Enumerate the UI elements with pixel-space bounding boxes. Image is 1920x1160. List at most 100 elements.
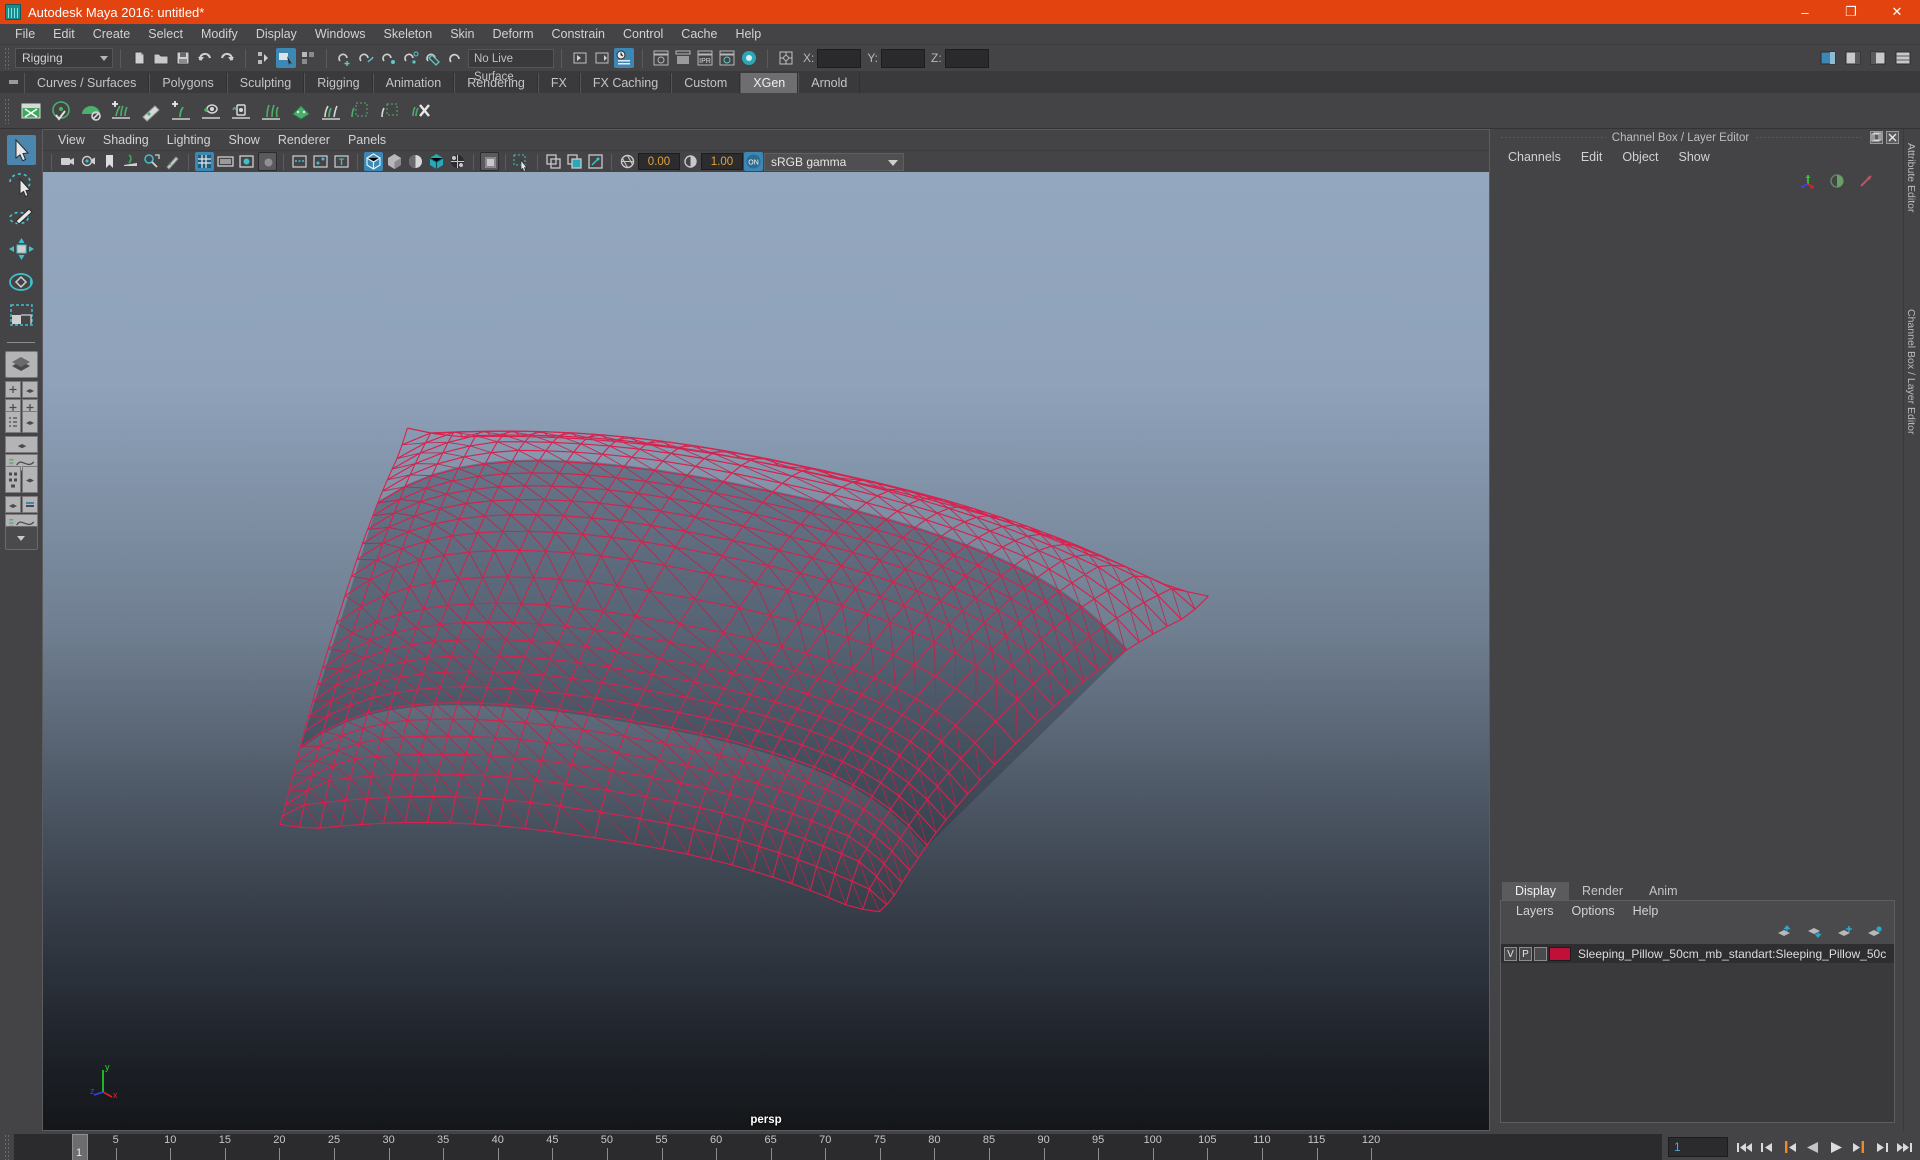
xgen-density-brush-icon[interactable] — [138, 98, 164, 124]
lasso-select-tool-button[interactable] — [7, 168, 36, 198]
live-surface-field[interactable]: No Live Surface — [468, 48, 554, 83]
film-gate-icon[interactable] — [216, 152, 235, 171]
layer-tab-display[interactable]: Display — [1502, 882, 1569, 900]
redo-icon[interactable] — [217, 48, 237, 68]
layer-shading-toggle[interactable] — [1534, 946, 1547, 961]
grease-pencil-icon[interactable] — [163, 152, 182, 171]
shelf-tab-sculpting[interactable]: Sculpting — [226, 73, 305, 93]
play-forwards-icon[interactable] — [1827, 1139, 1845, 1156]
viewport-menu-shading[interactable]: Shading — [94, 130, 158, 150]
menu-item-edit[interactable]: Edit — [44, 24, 84, 45]
select-camera-icon[interactable] — [58, 152, 77, 171]
xgen-cut-modifier-icon[interactable] — [288, 98, 314, 124]
layer-playback-toggle[interactable]: P — [1519, 946, 1532, 961]
smooth-shade-flat-icon[interactable] — [406, 152, 425, 171]
hypershade-icon[interactable] — [739, 48, 759, 68]
menu-item-control[interactable]: Control — [614, 24, 672, 45]
resolution-gate-icon[interactable] — [237, 152, 256, 171]
bookmark-icon[interactable] — [100, 152, 119, 171]
show-hide-channel-box-icon[interactable] — [1893, 48, 1913, 68]
snap-to-view-plane-icon[interactable] — [423, 48, 443, 68]
menu-item-file[interactable]: File — [6, 24, 44, 45]
create-empty-layer-icon[interactable] — [1836, 925, 1854, 942]
show-hide-modeling-toolkit-icon[interactable] — [1818, 48, 1838, 68]
two-dimensional-pan-zoom-icon[interactable] — [142, 152, 161, 171]
shelf-tab-xgen[interactable]: XGen — [740, 73, 799, 93]
channel-box-menu-object[interactable]: Object — [1612, 146, 1668, 168]
undock-panel-icon[interactable] — [1870, 131, 1884, 144]
select-by-object-icon[interactable] — [276, 48, 296, 68]
xgen-mask-region-icon[interactable] — [378, 98, 404, 124]
shelf-tab-arnold[interactable]: Arnold — [798, 73, 861, 93]
paste-view-icon[interactable] — [565, 152, 584, 171]
shelf-tab-polygons[interactable]: Polygons — [149, 73, 227, 93]
select-tool-button[interactable] — [6, 135, 36, 165]
xray-textures-icon[interactable]: T — [332, 152, 351, 171]
shelf-tab-curves-surfaces[interactable]: Curves / Surfaces — [24, 73, 150, 93]
move-tool-button[interactable] — [7, 234, 36, 264]
gamma-icon[interactable] — [681, 152, 700, 171]
channel-box-menu-show[interactable]: Show — [1669, 146, 1720, 168]
xgen-sphere-icon[interactable] — [48, 98, 74, 124]
layer-visibility-toggle[interactable]: V — [1504, 946, 1517, 961]
channel-box-layer-editor-tab-label[interactable]: Channel Box / Layer Editor — [1905, 309, 1917, 435]
time-slider-grip[interactable] — [4, 1134, 11, 1160]
layer-tab-render[interactable]: Render — [1569, 882, 1636, 900]
camera-attributes-icon[interactable] — [79, 152, 98, 171]
show-hide-tool-settings-icon[interactable] — [1868, 48, 1888, 68]
current-time-indicator[interactable]: 1 — [72, 1133, 88, 1160]
step-forward-frame-icon[interactable] — [1873, 1139, 1891, 1156]
menu-item-skin[interactable]: Skin — [441, 24, 483, 45]
channel-box-content[interactable] — [1490, 168, 1903, 881]
scale-tool-button[interactable] — [7, 300, 36, 330]
maximize-button[interactable]: ❐ — [1828, 0, 1874, 24]
menu-set-selector[interactable]: Rigging — [15, 48, 113, 68]
render-preview-icon[interactable] — [651, 48, 671, 68]
y-coordinate-field[interactable] — [881, 48, 926, 68]
exposure-field[interactable]: 0.00 — [638, 153, 680, 170]
image-plane-icon[interactable] — [121, 152, 140, 171]
open-scene-icon[interactable] — [151, 48, 171, 68]
snap-to-grid-icon[interactable] — [335, 48, 355, 68]
layer-list[interactable]: V P Sleeping_Pillow_50cm_mb_standart:Sleep… — [1501, 944, 1894, 1122]
exposure-icon[interactable] — [618, 152, 637, 171]
smooth-shade-all-icon[interactable] — [385, 152, 404, 171]
gate-mask-icon[interactable] — [258, 152, 277, 171]
xgen-add-clump-icon[interactable] — [198, 98, 224, 124]
menu-item-cache[interactable]: Cache — [672, 24, 726, 45]
layer-menu-layers[interactable]: Layers — [1507, 901, 1563, 922]
hypershade-persp-layout-button[interactable] — [4, 466, 38, 493]
grid-toggle-icon[interactable] — [195, 152, 214, 171]
x-coordinate-field[interactable] — [817, 48, 862, 68]
step-back-frame-icon[interactable] — [1758, 1139, 1776, 1156]
more-layouts-dropdown-button[interactable] — [4, 526, 38, 550]
xgen-select-region-icon[interactable] — [348, 98, 374, 124]
shelf-tab-animation[interactable]: Animation — [372, 73, 455, 93]
shelf-tab-fx-caching[interactable]: FX Caching — [579, 73, 672, 93]
snap-to-point-icon[interactable] — [379, 48, 399, 68]
perspective-viewport[interactable]: y x z persp — [43, 172, 1489, 1130]
menu-item-windows[interactable]: Windows — [306, 24, 375, 45]
close-panel-icon[interactable] — [1886, 131, 1900, 144]
menu-item-help[interactable]: Help — [726, 24, 770, 45]
xgen-add-grooming-icon[interactable] — [108, 98, 134, 124]
snap-to-curve-icon[interactable] — [357, 48, 377, 68]
ipr-render-icon[interactable]: IPR — [695, 48, 715, 68]
viewport-menu-lighting[interactable]: Lighting — [158, 130, 220, 150]
layer-editor-toggle-icon[interactable] — [1857, 172, 1875, 193]
texture-display-icon[interactable] — [448, 152, 467, 171]
xgen-dome-icon[interactable] — [78, 98, 104, 124]
xgen-noise-modifier-icon[interactable] — [228, 98, 254, 124]
xgen-length-brush-icon[interactable] — [168, 98, 194, 124]
select-by-hierarchy-icon[interactable] — [254, 48, 274, 68]
render-settings-icon[interactable] — [614, 48, 634, 68]
new-scene-icon[interactable] — [129, 48, 149, 68]
xgen-clump-modifier-icon[interactable] — [318, 98, 344, 124]
move-layer-up-icon[interactable] — [1776, 924, 1794, 942]
viewport-menu-renderer[interactable]: Renderer — [269, 130, 339, 150]
xgen-editor-icon[interactable] — [18, 98, 44, 124]
attribute-editor-tab-label[interactable]: Attribute Editor — [1905, 143, 1917, 212]
layer-menu-help[interactable]: Help — [1624, 901, 1668, 922]
xray-joints-icon[interactable] — [311, 152, 330, 171]
time-slider[interactable]: 1 5 10 15 20 25 30 35 40 45 50 55 60 65 70 75 80 85 90 95 1… — [14, 1133, 1662, 1160]
